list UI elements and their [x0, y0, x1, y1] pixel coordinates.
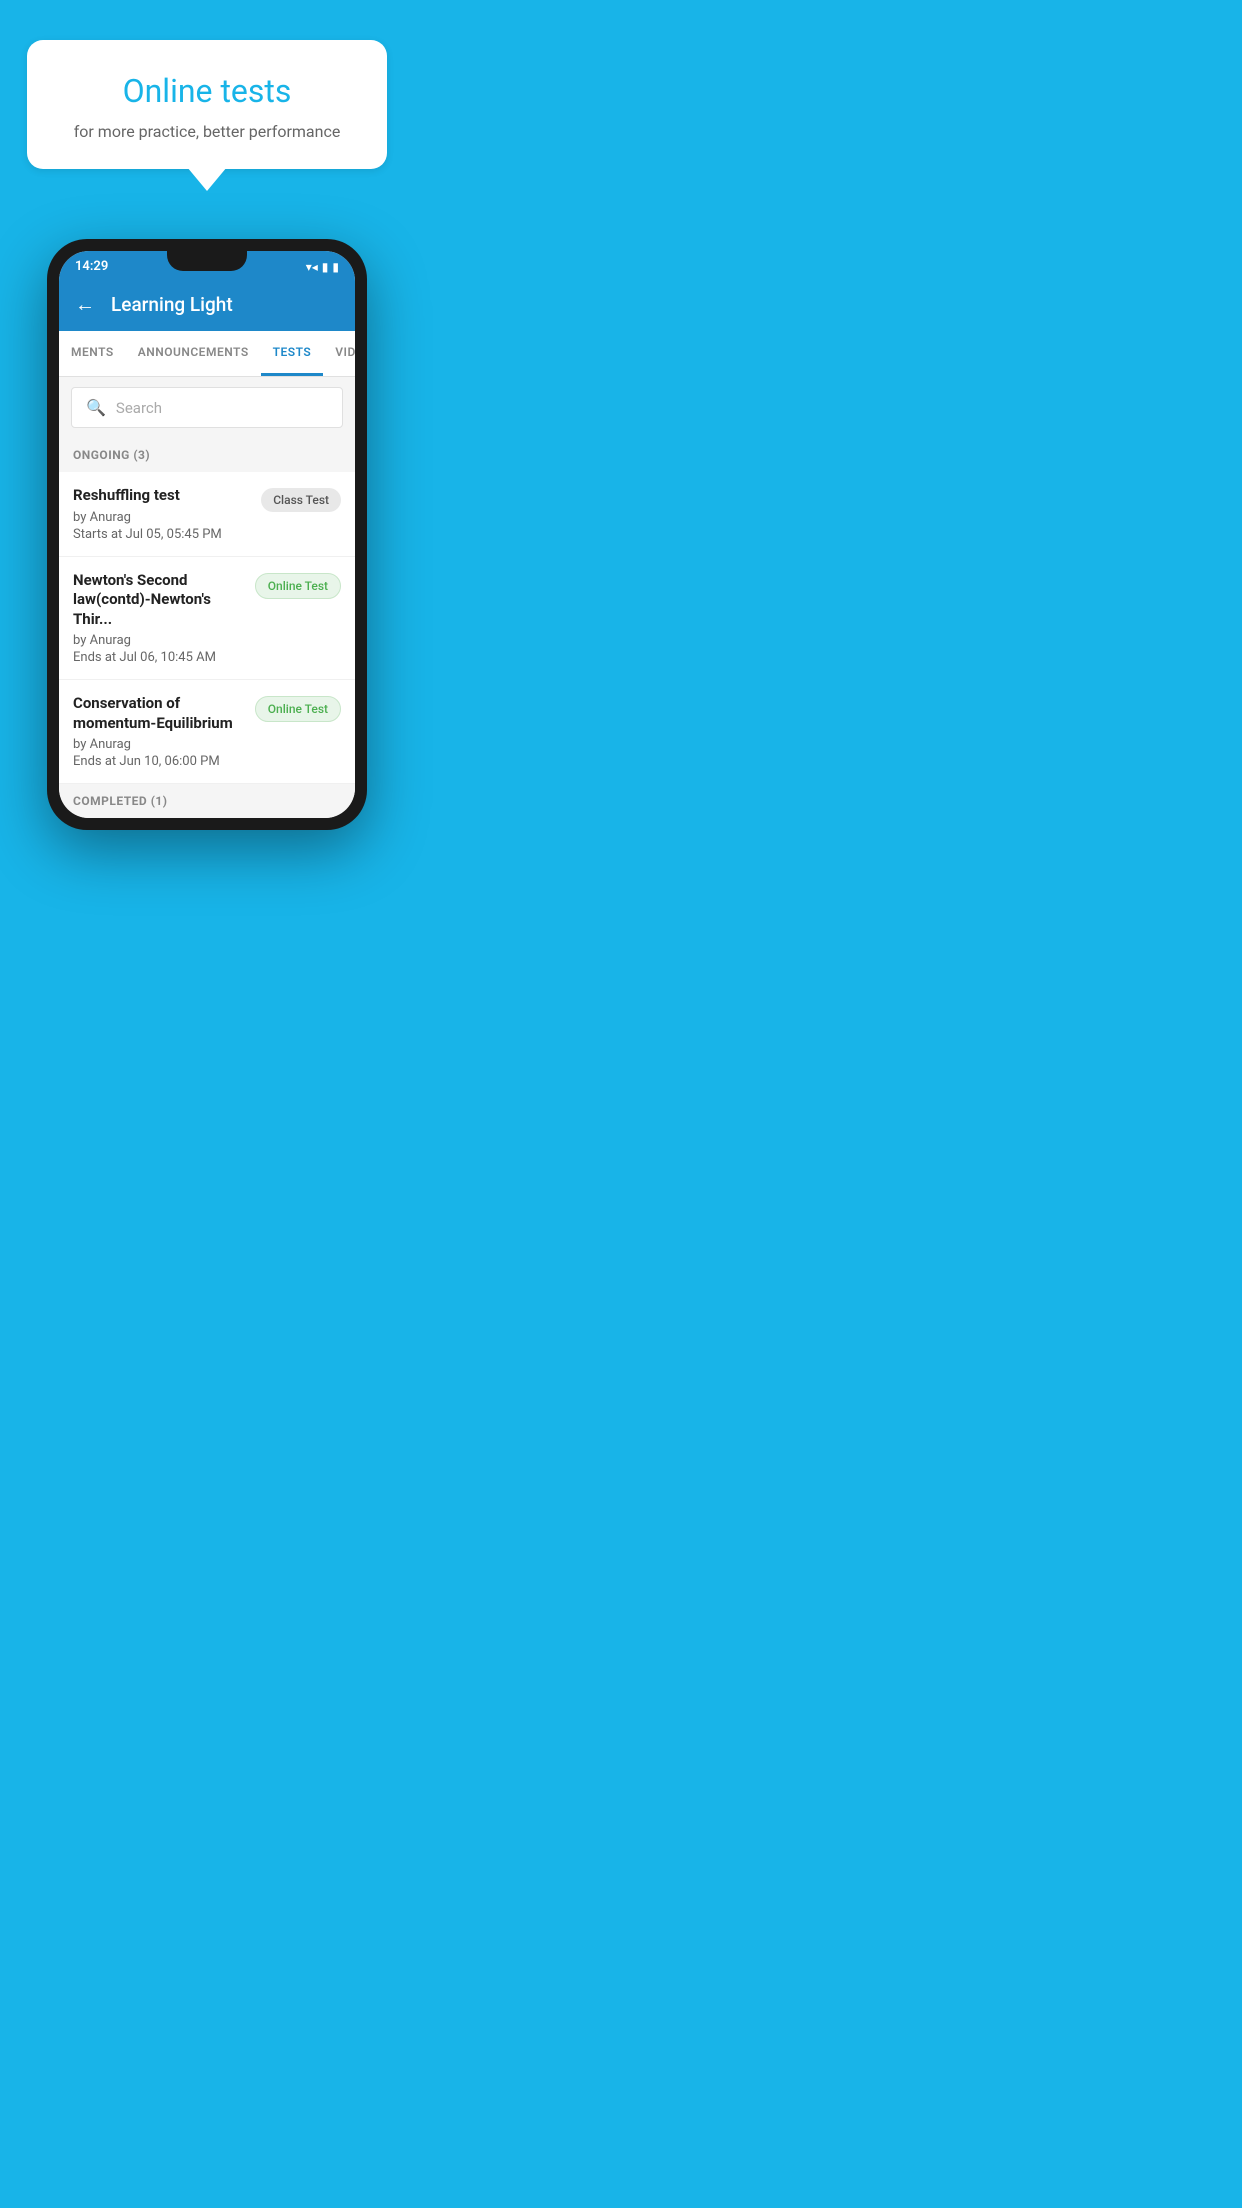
test-name-1: Reshuffling test: [73, 486, 251, 506]
test-badge-1: Class Test: [261, 488, 341, 512]
status-time: 14:29: [75, 259, 108, 274]
test-time-2: Ends at Jul 06, 10:45 AM: [73, 650, 245, 665]
bubble-subtitle: for more practice, better performance: [55, 122, 359, 141]
test-author-2: by Anurag: [73, 633, 245, 648]
test-time-3: Ends at Jun 10, 06:00 PM: [73, 754, 245, 769]
tab-announcements[interactable]: ANNOUNCEMENTS: [126, 331, 261, 376]
search-icon: 🔍: [86, 398, 106, 417]
test-badge-3: Online Test: [255, 696, 341, 722]
phone-mockup: 14:29 ▾◂ ▮ ▮ ← Learning Light MENTS ANNO…: [47, 239, 367, 830]
ongoing-section-header: ONGOING (3): [59, 438, 355, 472]
test-item-1[interactable]: Reshuffling test by Anurag Starts at Jul…: [59, 472, 355, 557]
test-list: Reshuffling test by Anurag Starts at Jul…: [59, 472, 355, 784]
test-name-3: Conservation of momentum-Equilibrium: [73, 694, 245, 733]
tab-tests[interactable]: TESTS: [261, 331, 324, 376]
test-time-1: Starts at Jul 05, 05:45 PM: [73, 527, 251, 542]
completed-section-header: COMPLETED (1): [59, 784, 355, 818]
tab-bar: MENTS ANNOUNCEMENTS TESTS VIDEOS: [59, 331, 355, 377]
app-title: Learning Light: [111, 293, 233, 316]
app-header: ← Learning Light: [59, 278, 355, 331]
tab-ments[interactable]: MENTS: [59, 331, 126, 376]
tab-videos[interactable]: VIDEOS: [323, 331, 355, 376]
phone-screen: 14:29 ▾◂ ▮ ▮ ← Learning Light MENTS ANNO…: [59, 251, 355, 818]
test-author-1: by Anurag: [73, 510, 251, 525]
search-container: 🔍 Search: [59, 377, 355, 438]
battery-icon: ▮: [332, 260, 339, 274]
search-bar[interactable]: 🔍 Search: [71, 387, 343, 428]
test-author-3: by Anurag: [73, 737, 245, 752]
test-info-1: Reshuffling test by Anurag Starts at Jul…: [73, 486, 261, 542]
test-name-2: Newton's Second law(contd)-Newton's Thir…: [73, 571, 245, 630]
test-item-2[interactable]: Newton's Second law(contd)-Newton's Thir…: [59, 557, 355, 681]
test-item-3[interactable]: Conservation of momentum-Equilibrium by …: [59, 680, 355, 784]
phone-notch: [167, 251, 247, 271]
bubble-area: Online tests for more practice, better p…: [0, 0, 414, 189]
signal-icon: ▮: [322, 260, 329, 274]
test-badge-2: Online Test: [255, 573, 341, 599]
wifi-icon: ▾◂: [306, 260, 318, 274]
bubble-title: Online tests: [55, 72, 359, 110]
test-info-3: Conservation of momentum-Equilibrium by …: [73, 694, 255, 769]
speech-bubble: Online tests for more practice, better p…: [27, 40, 387, 169]
status-icons: ▾◂ ▮ ▮: [306, 260, 339, 274]
back-button[interactable]: ←: [75, 292, 95, 317]
search-placeholder: Search: [116, 399, 162, 417]
test-info-2: Newton's Second law(contd)-Newton's Thir…: [73, 571, 255, 666]
